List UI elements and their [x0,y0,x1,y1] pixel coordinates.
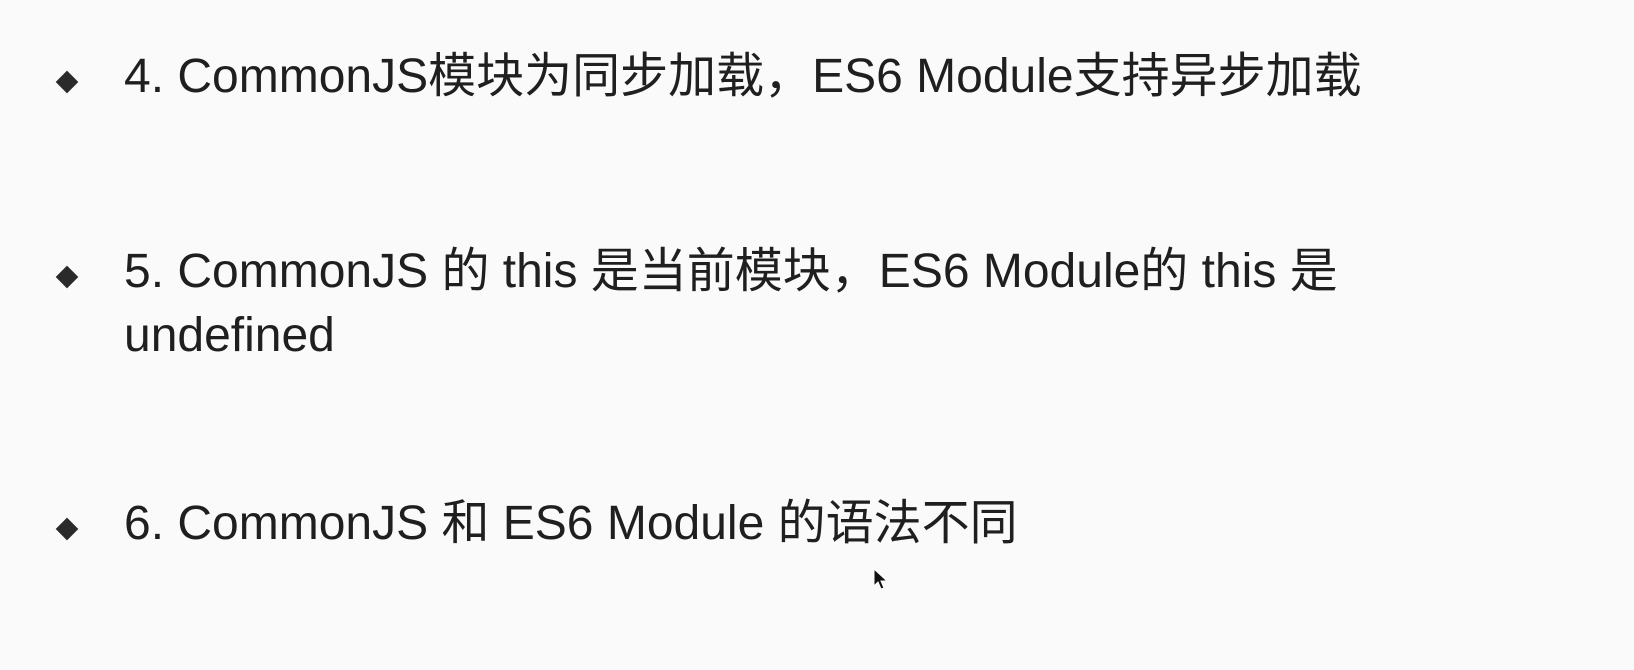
bullet-item-4: 4. CommonJS模块为同步加载，ES6 Module支持异步加载 [54,45,1554,109]
mouse-pointer-icon [873,568,889,590]
bullet-item-6: 6. CommonJS 和 ES6 Module 的语法不同 [54,492,1554,556]
bullet-text: 4. CommonJS模块为同步加载，ES6 Module支持异步加载 [124,50,1362,103]
diamond-bullet-icon [54,264,78,288]
bullet-item-5: 5. CommonJS 的 this 是当前模块，ES6 Module的 thi… [54,240,1554,368]
bullet-text: 6. CommonJS 和 ES6 Module 的语法不同 [124,497,1018,550]
bullet-text: 5. CommonJS 的 this 是当前模块，ES6 Module的 thi… [124,245,1338,362]
diamond-bullet-icon [54,69,78,93]
diamond-bullet-icon [54,516,78,540]
slide: 4. CommonJS模块为同步加载，ES6 Module支持异步加载 5. C… [0,0,1634,670]
